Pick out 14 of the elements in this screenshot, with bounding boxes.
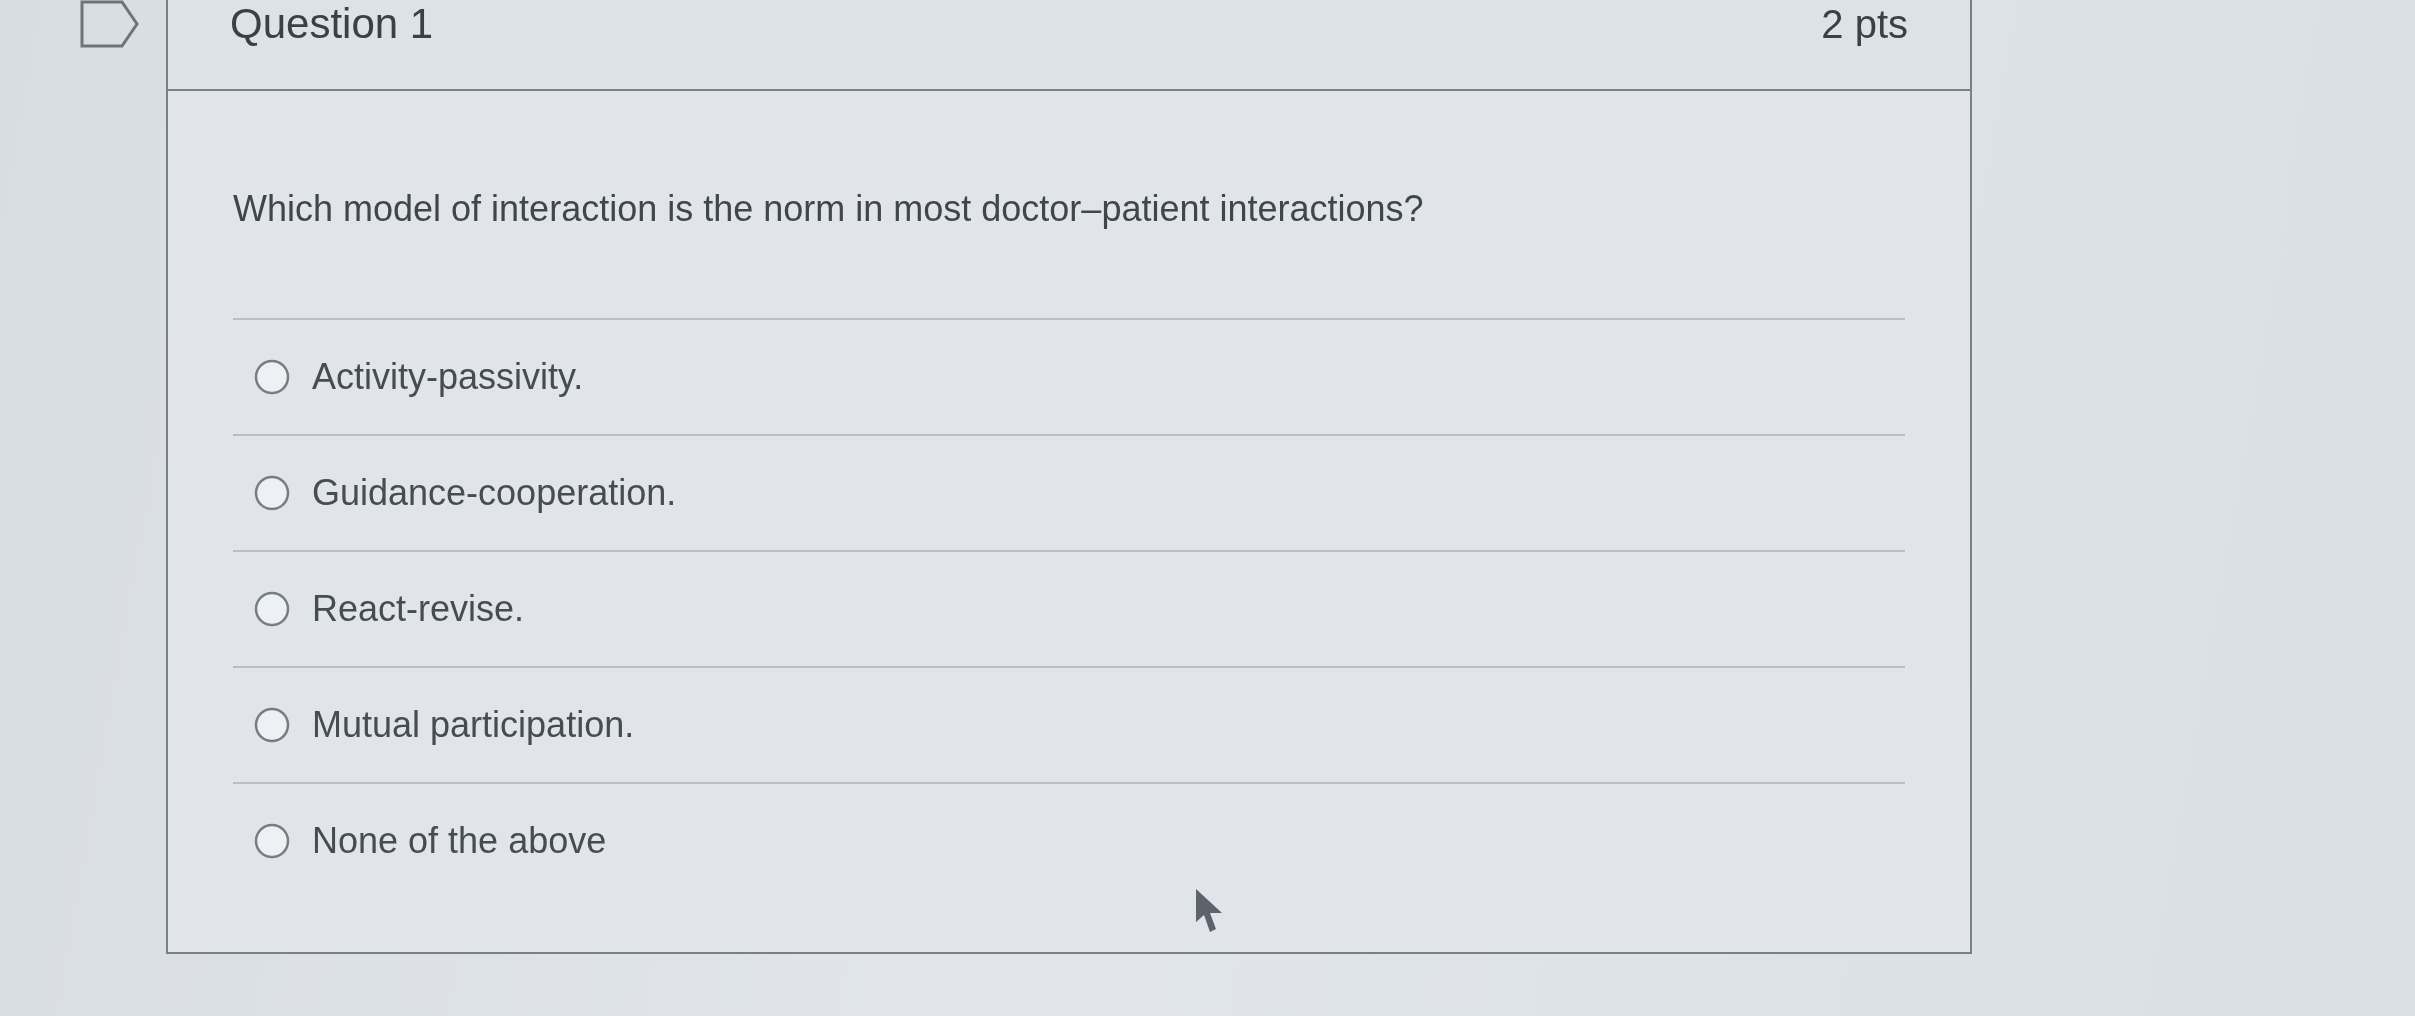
answer-text[interactable]: None of the above [312,819,607,863]
radio-button[interactable] [254,359,290,395]
answer-text[interactable]: Mutual participation. [312,703,635,747]
radio-button[interactable] [254,823,290,859]
answer-text[interactable]: Activity-passivity. [312,355,584,399]
radio-button[interactable] [254,475,290,511]
radio-button[interactable] [254,707,290,743]
points-label: 2 pts [1821,1,1908,48]
radio-button[interactable] [254,591,290,627]
answer-text[interactable]: Guidance-cooperation. [312,471,677,515]
answer-text[interactable]: React-revise. [312,587,525,631]
question-text: Which model of interaction is the norm in most doctor–patient interactions? [233,187,1425,231]
tag-icon[interactable] [80,0,140,48]
question-title: Question 1 [230,0,434,48]
